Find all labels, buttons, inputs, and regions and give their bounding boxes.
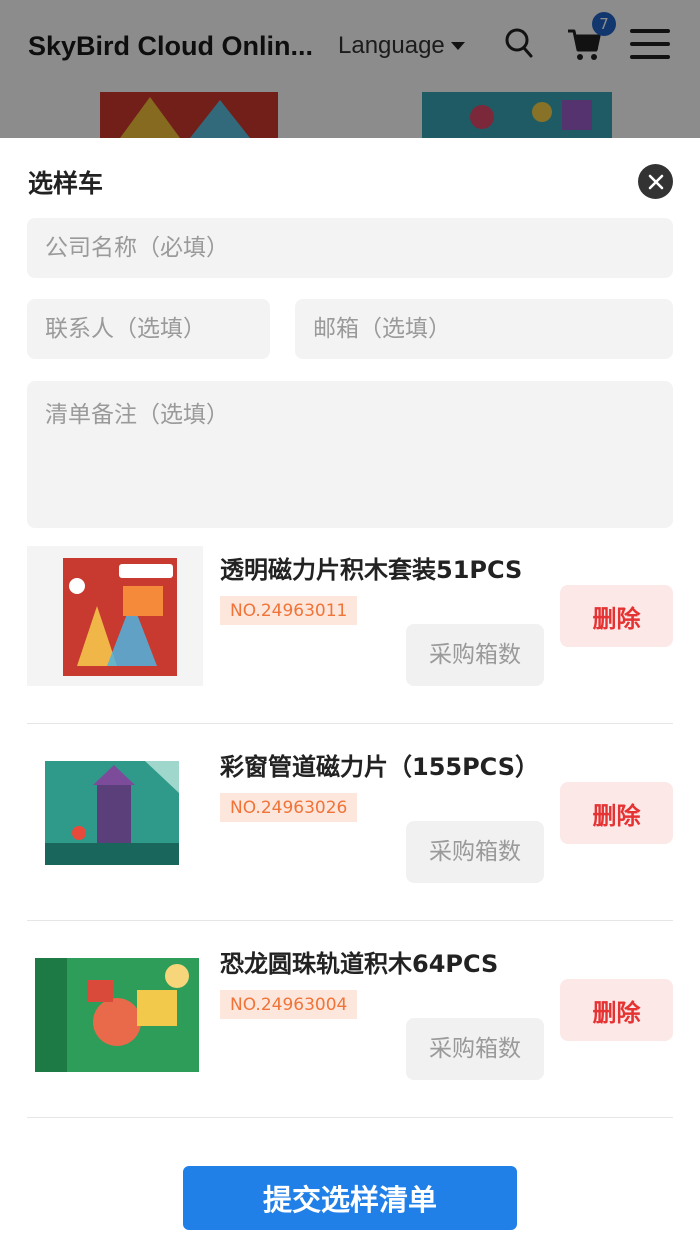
contact-input[interactable] [27,299,270,359]
delete-button[interactable]: 删除 [560,979,673,1041]
cart-item: 彩窗管道磁力片（155PCS） NO.24963026 删除 [27,725,673,921]
close-icon [648,174,663,189]
sheet-title: 选样车 [28,169,104,198]
submit-button[interactable]: 提交选样清单 [183,1166,517,1230]
email-input[interactable] [295,299,673,359]
product-image [27,546,203,686]
delete-button[interactable]: 删除 [560,782,673,844]
page: SkyBird Cloud Onlin... Language 7 选样车 公司… [0,0,700,1244]
quantity-input[interactable] [406,1018,544,1080]
product-image [27,743,203,883]
quantity-input[interactable] [406,624,544,686]
product-name: 彩窗管道磁力片（155PCS） [220,753,540,781]
cart-item: 透明磁力片积木套装51PCS NO.24963011 删除 [27,528,673,724]
product-number: NO.24963026 [220,793,358,822]
product-name: 恐龙圆珠轨道积木64PCS [220,950,499,978]
note-textarea[interactable] [27,381,673,528]
product-image [27,940,203,1080]
product-number: NO.24963011 [220,596,358,625]
quantity-input[interactable] [406,821,544,883]
company-name-input[interactable] [27,218,673,278]
product-number: NO.24963004 [220,990,358,1019]
cart-item: 恐龙圆珠轨道积木64PCS NO.24963004 删除 [27,922,673,1118]
delete-button[interactable]: 删除 [560,585,673,647]
product-name: 透明磁力片积木套装51PCS [220,556,523,584]
close-button[interactable] [638,164,673,199]
sample-cart-sheet: 选样车 透明磁力片积木套装51PCS NO.24963011 删除 [0,138,700,1244]
